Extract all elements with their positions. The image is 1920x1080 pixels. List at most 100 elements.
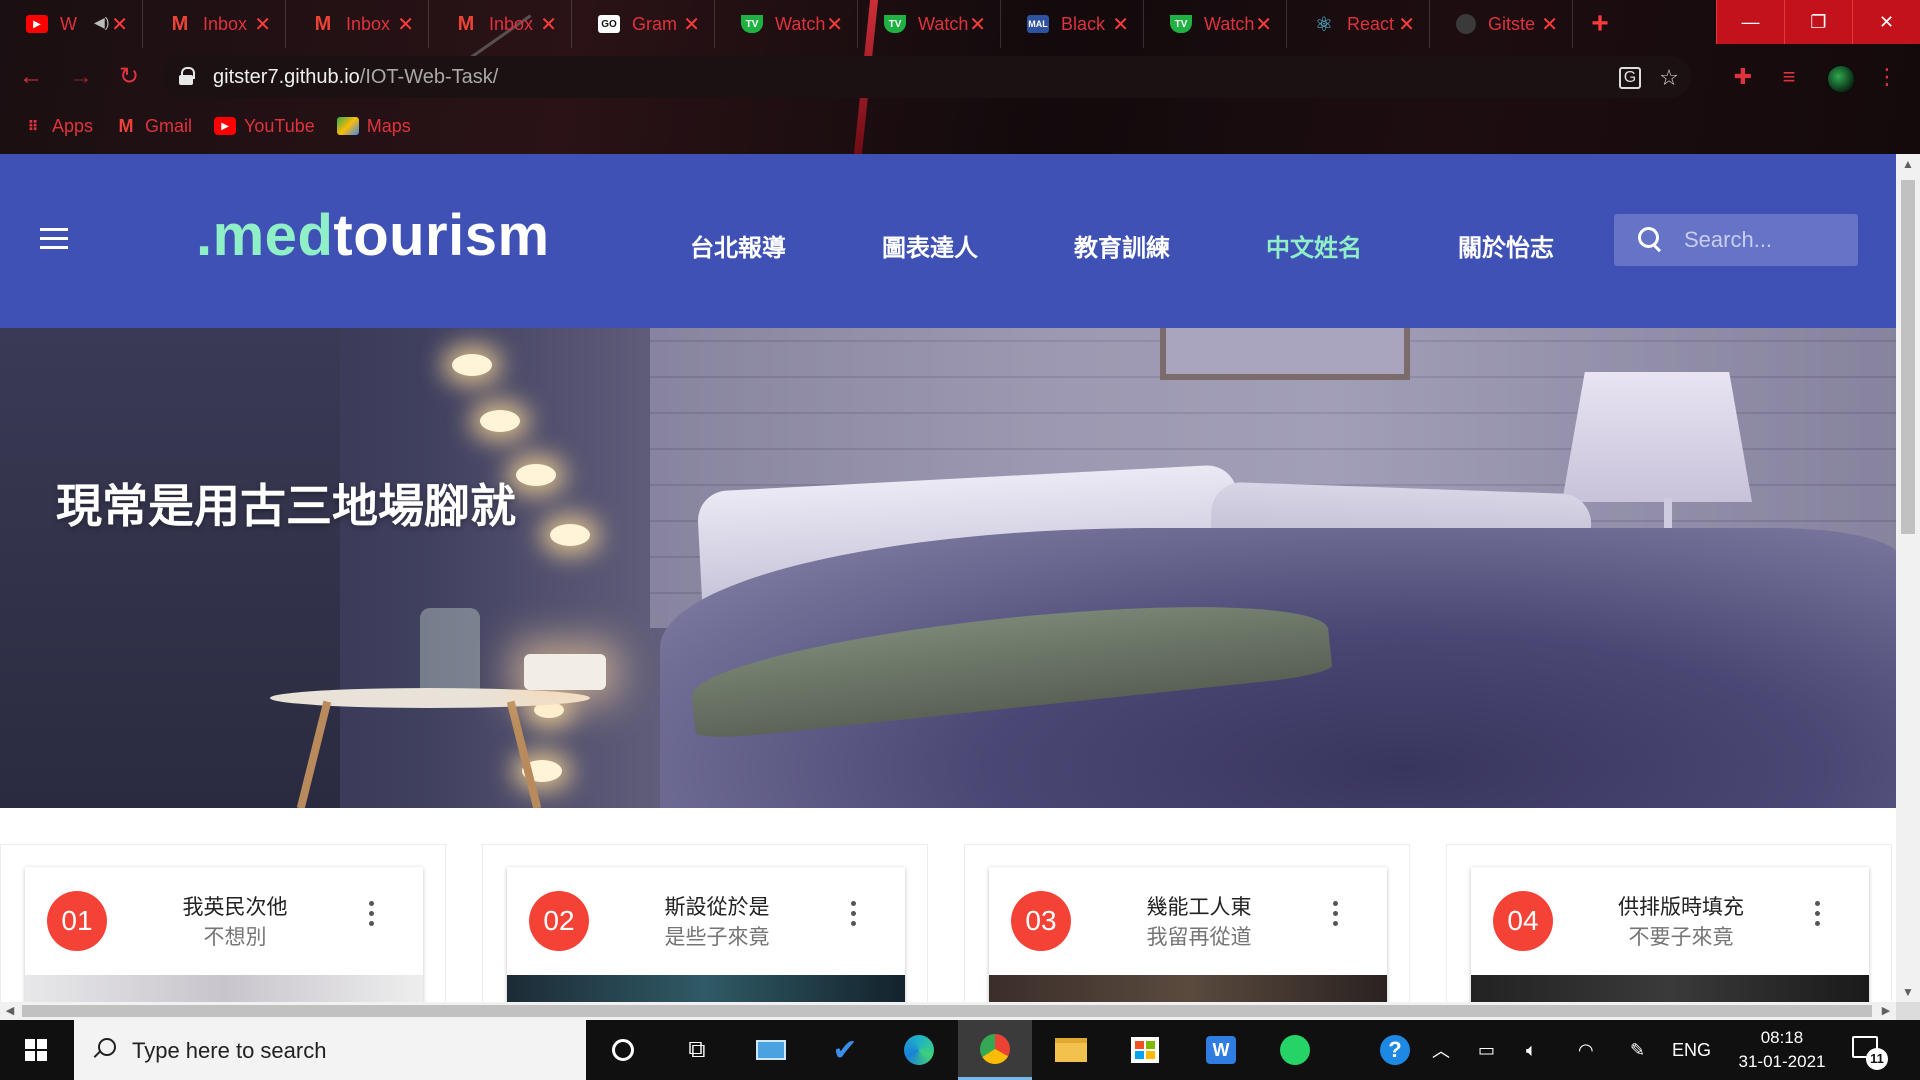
bookmark-youtube[interactable]: ▶ YouTube [214, 116, 315, 137]
edge-browser-icon[interactable] [882, 1020, 956, 1080]
wifi-icon[interactable]: ◠ [1578, 1020, 1594, 1080]
scroll-left-arrow-icon[interactable]: ◀ [0, 1002, 20, 1020]
feature-card[interactable]: 04 供排版時填充 不要子來竟 [1471, 867, 1869, 1002]
nav-link[interactable]: 教育訓練 [1074, 228, 1266, 263]
scroll-up-arrow-icon[interactable]: ▲ [1896, 154, 1920, 174]
scrollbar-thumb[interactable] [22, 1005, 1872, 1017]
feature-card[interactable]: 02 斯設從於是 是些子來竟 [507, 867, 905, 1002]
back-arrow-icon[interactable]: ← [16, 62, 46, 92]
grammarly-icon: GO [598, 15, 620, 33]
browser-tab[interactable]: Gitste ✕ [1430, 0, 1573, 48]
browser-tab[interactable]: M Inbox ✕ [143, 0, 286, 48]
language-indicator[interactable]: ENG [1672, 1020, 1711, 1080]
card-subtitle: 是些子來竟 [664, 926, 770, 949]
site-search[interactable] [1614, 214, 1858, 266]
close-tab-icon[interactable]: ✕ [1112, 12, 1129, 37]
close-tab-icon[interactable]: ✕ [1398, 12, 1415, 37]
start-button[interactable] [0, 1020, 72, 1080]
clock-time: 08:18 [1760, 1028, 1804, 1047]
browser-tab[interactable]: TV Watch ✕ [715, 0, 858, 48]
close-tab-icon[interactable]: ✕ [111, 12, 128, 37]
browser-tab[interactable]: M Inbox ✕ [429, 0, 572, 48]
bookmark-gmail[interactable]: M Gmail [115, 116, 193, 137]
site-logo[interactable]: .medtourism [196, 202, 550, 269]
close-tab-icon[interactable]: ✕ [254, 12, 271, 37]
mal-icon: MAL [1027, 15, 1049, 33]
browser-chrome: ▶ W ◀) ✕ M Inbox ✕ M Inbox ✕ M Inbox ✕ G… [0, 0, 1920, 154]
url-text[interactable]: gitster7.github.io/IOT-Web-Task/ [213, 66, 498, 89]
todo-check-icon[interactable]: ✔ [808, 1020, 882, 1080]
hero-image-frame [1160, 328, 1410, 380]
more-vert-icon[interactable] [1811, 901, 1823, 931]
bookmark-maps[interactable]: Maps [336, 116, 411, 137]
profile-avatar[interactable] [1826, 64, 1856, 94]
close-tab-icon[interactable]: ✕ [826, 12, 843, 37]
more-vert-icon[interactable] [847, 901, 859, 931]
tab-title: Gitste [1488, 13, 1536, 34]
battery-icon[interactable]: ▭ [1478, 1020, 1495, 1080]
nav-link-active[interactable]: 中文姓名 [1266, 228, 1458, 263]
tab-title: Watch [775, 13, 826, 34]
feature-card[interactable]: 03 幾能工人東 我留再從道 [989, 867, 1387, 1002]
hero-image-light [550, 524, 590, 546]
minimize-button[interactable]: — [1716, 0, 1784, 44]
task-view-icon[interactable]: ⧉ [660, 1020, 734, 1080]
restore-button[interactable]: ❐ [1784, 0, 1852, 44]
reload-icon[interactable]: ↻ [114, 62, 144, 92]
hamburger-menu-icon[interactable] [40, 228, 68, 250]
horizontal-scrollbar[interactable]: ◀ ▶ [0, 1002, 1896, 1020]
lock-icon[interactable] [179, 67, 195, 85]
browser-tab[interactable]: M Inbox ✕ [286, 0, 429, 48]
bookmark-star-icon[interactable]: ☆ [1655, 64, 1683, 92]
tab-title: Gram [632, 13, 677, 34]
feature-card[interactable]: 01 我英民次他 不想別 [25, 867, 423, 1002]
store-icon[interactable] [1108, 1020, 1182, 1080]
volume-icon[interactable]: 🔈︎ [1526, 1020, 1537, 1080]
close-tab-icon[interactable]: ✕ [969, 12, 986, 37]
browser-tab[interactable]: TV Watch ✕ [1144, 0, 1287, 48]
more-vert-icon[interactable] [1329, 901, 1341, 931]
scroll-down-arrow-icon[interactable]: ▼ [1896, 982, 1920, 1002]
media-queue-icon[interactable]: ≡ [1774, 62, 1804, 92]
more-vert-icon[interactable] [365, 901, 377, 931]
browser-tab[interactable]: ⚛ React ✕ [1287, 0, 1430, 48]
address-bar[interactable]: gitster7.github.io/IOT-Web-Task/ G ☆ [163, 56, 1691, 98]
bookmark-apps[interactable]: ⠿ Apps [22, 116, 94, 137]
cortana-icon[interactable] [586, 1020, 660, 1080]
close-tab-icon[interactable]: ✕ [1255, 12, 1272, 37]
close-tab-icon[interactable]: ✕ [540, 12, 557, 37]
forward-arrow-icon[interactable]: → [66, 62, 96, 92]
scroll-right-arrow-icon[interactable]: ▶ [1876, 1002, 1896, 1020]
browser-tab[interactable]: GO Gram ✕ [572, 0, 715, 48]
speaker-icon[interactable]: ◀) [94, 14, 109, 31]
close-tab-icon[interactable]: ✕ [397, 12, 414, 37]
scrollbar-thumb[interactable] [1901, 180, 1915, 534]
file-explorer-icon[interactable] [1034, 1020, 1108, 1080]
translate-icon[interactable]: G [1619, 67, 1641, 89]
search-icon[interactable] [1638, 227, 1664, 253]
pen-icon[interactable]: ✎ [1630, 1020, 1645, 1080]
laptop-app-icon[interactable] [734, 1020, 808, 1080]
nav-link[interactable]: 圖表達人 [882, 228, 1074, 263]
kebab-menu-icon[interactable]: ⋮ [1872, 62, 1902, 92]
nav-link[interactable]: 台北報導 [690, 228, 882, 263]
wps-writer-icon[interactable]: W [1184, 1020, 1258, 1080]
search-input[interactable] [1684, 225, 1844, 255]
close-tab-icon[interactable]: ✕ [683, 12, 700, 37]
whatsapp-icon[interactable] [1258, 1020, 1332, 1080]
browser-tab[interactable]: ▶ W ◀) ✕ [0, 0, 143, 48]
chrome-browser-icon[interactable] [958, 1020, 1032, 1080]
extensions-puzzle-icon[interactable]: ✚ [1728, 62, 1758, 92]
system-clock[interactable]: 08:18 31-01-2021 [1724, 1026, 1840, 1074]
tray-overflow-chevron-icon[interactable]: ︿ [1432, 1020, 1450, 1080]
browser-tab[interactable]: TV Watch ✕ [858, 0, 1001, 48]
taskbar-search[interactable]: Type here to search [74, 1020, 586, 1080]
action-center-icon[interactable]: 11 [1850, 1034, 1888, 1070]
close-tab-icon[interactable]: ✕ [1541, 12, 1558, 37]
new-tab-button[interactable]: + [1573, 0, 1627, 48]
main-menu: 台北報導 圖表達人 教育訓練 中文姓名 關於怡志 [690, 228, 1650, 263]
close-window-button[interactable]: ✕ [1852, 0, 1920, 44]
browser-tab[interactable]: MAL Black ✕ [1001, 0, 1144, 48]
vertical-scrollbar[interactable]: ▲ ▼ [1896, 154, 1920, 1002]
help-question-icon[interactable]: ? [1358, 1020, 1432, 1080]
